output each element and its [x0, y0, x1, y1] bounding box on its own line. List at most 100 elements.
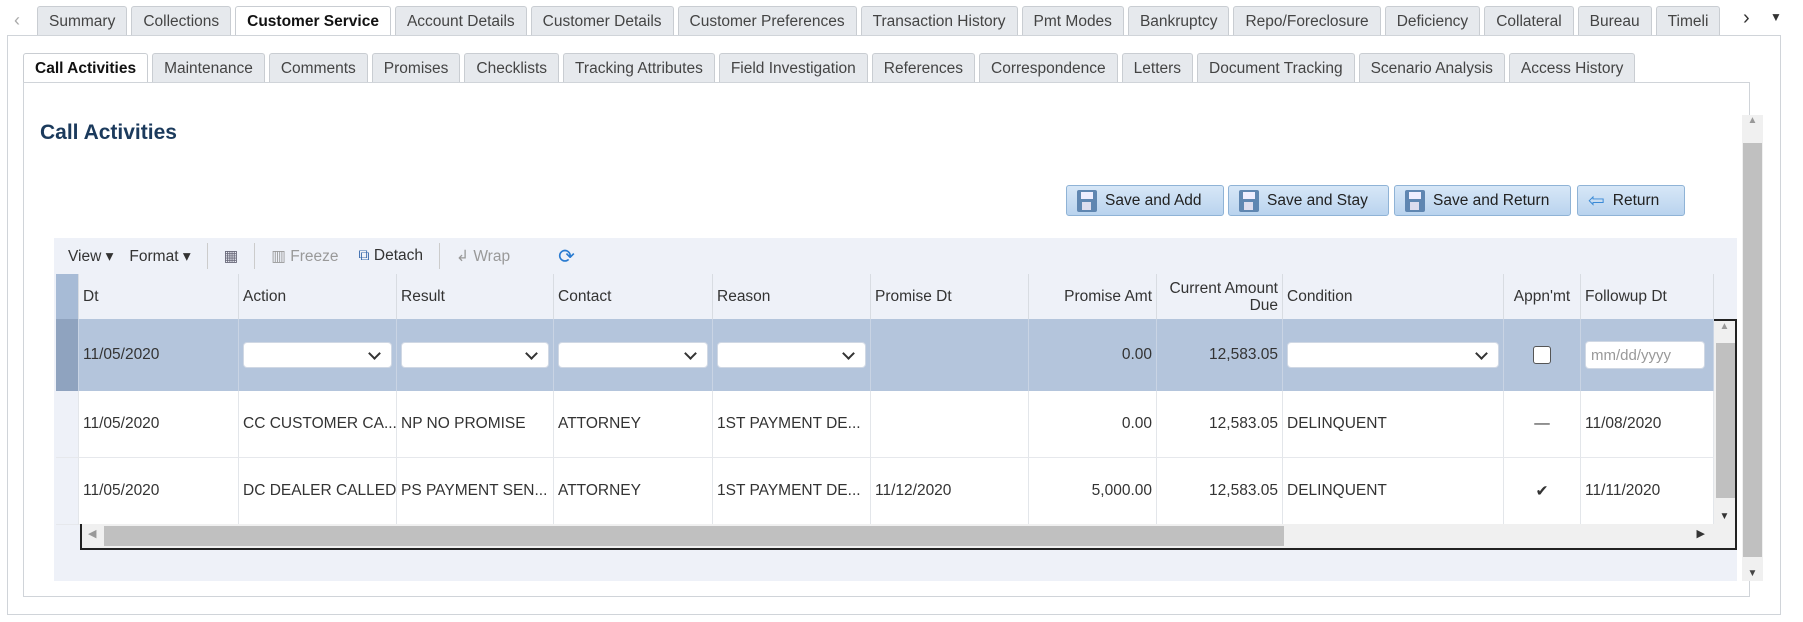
tab-pmt-modes[interactable]: Pmt Modes [1021, 6, 1124, 35]
tab-repo-foreclosure[interactable]: Repo/Foreclosure [1233, 6, 1381, 35]
dropdown-select[interactable] [1287, 342, 1499, 368]
detach-icon: ⧉ [358, 247, 370, 264]
view-menu[interactable]: View ▾ [68, 247, 113, 266]
column-header: Dt [79, 274, 239, 319]
row-selector-header [56, 274, 79, 319]
tab-customer-preferences[interactable]: Customer Preferences [677, 6, 857, 35]
dropdown-select[interactable] [717, 342, 866, 368]
tabs-menu-icon[interactable]: ▼ [1770, 10, 1782, 24]
tab-summary[interactable]: Summary [37, 6, 128, 35]
subtab-maintenance[interactable]: Maintenance [152, 53, 265, 82]
table-row[interactable]: 11/05/2020 CC CUSTOMER CA... NP NO PROMISE… [56, 391, 1714, 458]
subtab-tracking-attributes[interactable]: Tracking Attributes [563, 53, 715, 82]
followup-date-input[interactable]: mm/dd/yyyy [1585, 341, 1705, 369]
subtab-document-tracking[interactable]: Document Tracking [1197, 53, 1355, 82]
tab-collateral[interactable]: Collateral [1484, 6, 1574, 35]
tab-account-details[interactable]: Account Details [394, 6, 527, 35]
tab-timeli[interactable]: Timeli [1655, 6, 1721, 35]
call-activities-table: View ▾ Format ▾ ▦ ▥ Freeze ⧉ Detach ↲ Wr… [54, 238, 1737, 581]
reason-dropdown-cell [713, 319, 871, 391]
back-arrow-icon: ⇦ [1588, 190, 1605, 212]
column-header: Followup Dt [1581, 274, 1714, 319]
current-due-cell: 12,583.05 [1157, 458, 1283, 525]
column-header: Condition [1283, 274, 1504, 319]
table-vertical-scrollbar[interactable]: ▲ ▼ [1714, 319, 1737, 524]
save-icon [1077, 189, 1097, 212]
appointment-checkbox[interactable] [1533, 346, 1551, 364]
detach-button[interactable]: ⧉ Detach [358, 247, 423, 265]
dropdown-select[interactable] [401, 342, 549, 368]
contact-cell: ATTORNEY [554, 458, 713, 525]
tab-bureau[interactable]: Bureau [1577, 6, 1652, 35]
return-button[interactable]: ⇦ Return [1577, 185, 1685, 216]
table-row-editing[interactable]: 11/05/2020 0.00 12,583.05 mm/dd/yyyy [56, 319, 1714, 391]
subtab-correspondence[interactable]: Correspondence [979, 53, 1118, 82]
action-cell: DC DEALER CALLED [239, 458, 397, 525]
result-cell: NP NO PROMISE [397, 391, 554, 458]
subtab-letters[interactable]: Letters [1121, 53, 1194, 82]
tabs-scroll-left[interactable]: ‹ [14, 10, 20, 31]
table-horizontal-scrollbar[interactable]: ◀ ▶ [80, 524, 1737, 550]
promise-amt-cell: 0.00 [1029, 319, 1157, 391]
row-selector [56, 458, 79, 525]
subtab-access-history[interactable]: Access History [1508, 53, 1636, 82]
dt-cell: 11/05/2020 [79, 319, 239, 391]
result-cell: PS PAYMENT SEN... [397, 458, 554, 525]
column-header: Promise Dt [871, 274, 1029, 319]
page-title: Call Activities [40, 121, 177, 144]
subtab-call-activities[interactable]: Call Activities [23, 53, 149, 83]
column-header: Appn'mt [1504, 274, 1581, 319]
contact-dropdown-cell [554, 319, 713, 391]
tab-customer-service[interactable]: Customer Service [235, 6, 391, 36]
freeze-icon: ▥ [271, 247, 286, 265]
freeze-button[interactable]: ▥ Freeze [271, 247, 338, 266]
appointment-cell: — [1504, 391, 1581, 458]
row-selector [56, 391, 79, 458]
column-header: Current Amount Due [1157, 274, 1283, 319]
tab-customer-details[interactable]: Customer Details [530, 6, 674, 35]
dt-cell: 11/05/2020 [79, 458, 239, 525]
tab-collections[interactable]: Collections [131, 6, 232, 35]
tab-deficiency[interactable]: Deficiency [1384, 6, 1481, 35]
condition-dropdown-cell [1283, 319, 1504, 391]
subtab-scenario-analysis[interactable]: Scenario Analysis [1358, 53, 1505, 82]
subtab-promises[interactable]: Promises [371, 53, 461, 82]
refresh-icon[interactable]: ⟳ [558, 244, 575, 269]
current-due-cell: 12,583.05 [1157, 319, 1283, 391]
table-header: Dt Action Result Contact Reason Promise Dt Pro… [56, 274, 1714, 319]
save-and-return-button[interactable]: Save and Return [1394, 185, 1571, 216]
subtab-references[interactable]: References [871, 53, 976, 82]
page-vertical-scrollbar[interactable]: ▲ ▼ [1742, 115, 1763, 581]
column-header: Contact [554, 274, 713, 319]
action-dropdown-cell [239, 319, 397, 391]
dropdown-select[interactable] [558, 342, 708, 368]
promise-amt-cell: 5,000.00 [1029, 458, 1157, 525]
top-tab-bar: Summary Collections Customer Service Accoun… [37, 6, 1721, 36]
tab-bankruptcy[interactable]: Bankruptcy [1127, 6, 1230, 35]
format-menu[interactable]: Format ▾ [129, 247, 190, 266]
followup-cell: 11/08/2020 [1581, 391, 1714, 458]
save-and-add-button[interactable]: Save and Add [1066, 185, 1224, 216]
column-header: Promise Amt [1029, 274, 1157, 319]
wrap-button[interactable]: ↲ Wrap [456, 247, 510, 266]
table-row[interactable]: 11/05/2020 DC DEALER CALLED PS PAYMENT SEN… [56, 458, 1714, 525]
appointment-cell: ✔ [1504, 458, 1581, 525]
tabs-scroll-right[interactable]: › [1743, 7, 1750, 30]
sub-tab-bar: Call Activities Maintenance Comments Promis… [23, 53, 1636, 83]
subtab-comments[interactable]: Comments [268, 53, 368, 82]
followup-date-placeholder: mm/dd/yyyy [1591, 346, 1672, 364]
promise-amt-cell: 0.00 [1029, 391, 1157, 458]
query-filter-icon[interactable]: ▦ [224, 247, 239, 266]
contact-cell: ATTORNEY [554, 391, 713, 458]
action-cell: CC CUSTOMER CA... [239, 391, 397, 458]
condition-cell: DELINQUENT [1283, 391, 1504, 458]
dropdown-select[interactable] [243, 342, 392, 368]
subtab-field-investigation[interactable]: Field Investigation [718, 53, 868, 82]
column-header: Reason [713, 274, 871, 319]
tab-transaction-history[interactable]: Transaction History [860, 6, 1018, 35]
row-selector [56, 319, 79, 391]
promise-dt-cell: 11/12/2020 [871, 458, 1029, 525]
column-header: Action [239, 274, 397, 319]
subtab-checklists[interactable]: Checklists [464, 53, 560, 82]
save-and-stay-button[interactable]: Save and Stay [1228, 185, 1389, 216]
